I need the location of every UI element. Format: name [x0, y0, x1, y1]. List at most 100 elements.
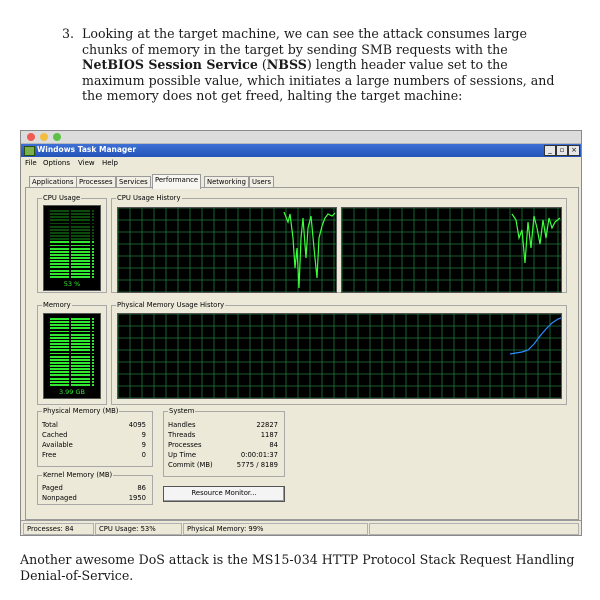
- memory-meter-segment: [50, 327, 94, 330]
- cpu-meter-segment: [50, 260, 94, 263]
- physical-memory-key: Available: [42, 441, 73, 449]
- memory-meter-segment: [50, 374, 94, 377]
- kernel-memory-key: Nonpaged: [42, 494, 77, 502]
- cpu-meter-segment: [50, 269, 94, 272]
- kernel-memory-value: 1950: [128, 494, 146, 502]
- system-key: Up Time: [168, 451, 197, 459]
- menu-bar: File Options View Help: [21, 158, 581, 168]
- physical-memory-value: 9: [141, 441, 146, 449]
- physical-memory-value: 4095: [128, 421, 146, 429]
- kernel-memory-value: 86: [137, 484, 146, 492]
- cpu-meter-segment: [50, 263, 94, 266]
- resource-monitor-button[interactable]: Resource Monitor...: [163, 486, 285, 502]
- system-value: 22827: [256, 421, 278, 429]
- close-dot-icon[interactable]: [27, 133, 35, 141]
- menu-file[interactable]: File: [25, 159, 37, 167]
- cpu-meter-segment: [50, 241, 94, 244]
- system-key: Processes: [168, 441, 202, 449]
- menu-view[interactable]: View: [78, 159, 95, 167]
- menu-help[interactable]: Help: [102, 159, 118, 167]
- cpu-history-graph-core-2: [341, 207, 562, 293]
- title-bar: Windows Task Manager _ ▫ ×: [21, 144, 581, 157]
- status-physical-memory: Physical Memory: 99%: [183, 523, 368, 535]
- memory-history-label: Physical Memory Usage History: [117, 301, 225, 309]
- cpu-history-graph-core-1: [117, 207, 337, 293]
- restore-button[interactable]: ▫: [556, 145, 568, 156]
- memory-meter: 3.99 GB: [43, 313, 101, 399]
- memory-meter-segment: [50, 377, 94, 380]
- memory-meter-segment: [50, 343, 94, 345]
- cpu-usage-value: 53 %: [63, 280, 81, 288]
- status-empty-cell: [369, 523, 579, 535]
- physical-memory-label: Physical Memory (MB): [43, 407, 119, 415]
- cpu-meter-segment: [50, 210, 94, 212]
- step-text-part: (: [257, 57, 267, 72]
- memory-meter-segment: [50, 371, 94, 374]
- memory-history-line: [509, 317, 561, 355]
- cpu-meter-segment: [50, 266, 94, 269]
- kernel-memory-key: Paged: [42, 484, 63, 492]
- memory-meter-segment: [50, 346, 94, 349]
- minimize-dot-icon[interactable]: [40, 133, 48, 141]
- close-button[interactable]: ×: [568, 145, 580, 156]
- memory-meter-segment: [50, 365, 94, 367]
- physical-memory-value: 0: [141, 451, 146, 459]
- cpu-meter-segment: [50, 275, 94, 278]
- memory-meter-segment: [50, 352, 94, 355]
- menu-options[interactable]: Options: [43, 159, 70, 167]
- system-value: 5775 / 8189: [236, 461, 278, 469]
- kernel-memory-label: Kernel Memory (MB): [43, 471, 113, 479]
- kernel-memory-table: Paged 86 Nonpaged 1950: [42, 484, 150, 506]
- cpu-usage-meter: 53 %: [43, 205, 101, 291]
- step-bold-nbss-name: NetBIOS Session Service: [82, 57, 258, 72]
- system-value: 1187: [260, 431, 278, 439]
- cpu-history-line: [283, 211, 336, 289]
- cpu-meter-segment: [50, 235, 94, 237]
- zoom-dot-icon[interactable]: [53, 133, 61, 141]
- cpu-meter-segment: [50, 219, 94, 222]
- memory-meter-segment: [50, 349, 94, 352]
- task-manager-screenshot: Windows Task Manager _ ▫ × File Options …: [20, 130, 582, 536]
- tab-performance[interactable]: Performance: [152, 174, 202, 189]
- memory-meter-segment: [50, 333, 94, 336]
- cpu-history-label: CPU Usage History: [117, 194, 181, 202]
- status-cpu-usage: CPU Usage: 53%: [95, 523, 182, 535]
- cpu-usage-label: CPU Usage: [43, 194, 81, 202]
- window-title: Windows Task Manager: [37, 145, 137, 154]
- cpu-meter-segment: [50, 244, 94, 247]
- system-key: Commit (MB): [168, 461, 213, 469]
- memory-meter-segment: [50, 380, 94, 383]
- cpu-meter-bars: [50, 210, 94, 279]
- memory-meter-bars: [50, 318, 94, 387]
- memory-meter-segment: [50, 336, 94, 339]
- memory-history-chart: [118, 314, 561, 398]
- step-text-part: Looking at the target machine, we can se…: [82, 26, 527, 57]
- cpu-meter-segment: [50, 225, 94, 228]
- minimize-button[interactable]: _: [544, 145, 556, 156]
- physical-memory-key: Cached: [42, 431, 68, 439]
- cpu-meter-segment: [50, 247, 94, 250]
- system-value: 84: [269, 441, 278, 449]
- memory-meter-segment: [50, 321, 94, 324]
- memory-meter-segment: [50, 361, 94, 364]
- system-value: 0:00:01:37: [240, 451, 278, 459]
- memory-history-graph: [117, 313, 562, 399]
- cpu-meter-segment: [50, 213, 94, 216]
- physical-memory-key: Free: [42, 451, 57, 459]
- system-table: Handles 22827 Threads 1187 Processes 84 …: [168, 421, 280, 473]
- task-manager-app-icon: [24, 146, 35, 156]
- mac-window-bar: [21, 131, 581, 144]
- cpu-meter-segment: [50, 228, 94, 231]
- memory-meter-segment: [50, 330, 94, 333]
- cpu-meter-segment: [50, 272, 94, 275]
- memory-meter-segment: [50, 324, 94, 327]
- cpu-meter-segment: [50, 231, 94, 234]
- system-key: Handles: [168, 421, 196, 429]
- status-processes: Processes: 84: [23, 523, 94, 535]
- cpu-meter-segment: [50, 238, 94, 241]
- footer-paragraph: Another awesome DoS attack is the MS15-0…: [20, 552, 575, 583]
- system-key: Threads: [168, 431, 196, 439]
- step-text: Looking at the target machine, we can se…: [82, 26, 572, 104]
- memory-meter-segment: [50, 339, 94, 342]
- memory-usage-value: 3.99 GB: [58, 388, 86, 396]
